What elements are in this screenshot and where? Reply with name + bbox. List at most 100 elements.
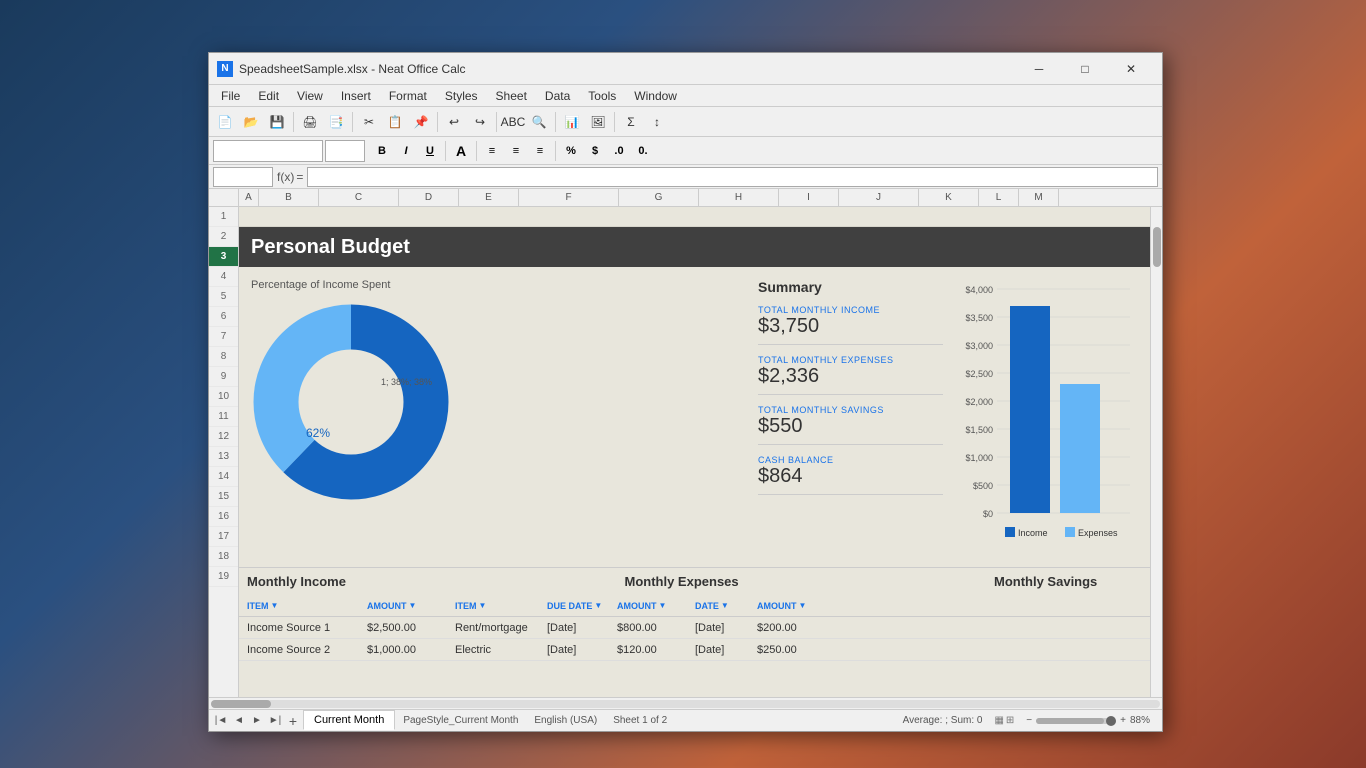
menu-file[interactable]: File <box>213 87 248 105</box>
sheet-nav-next[interactable]: ► <box>249 713 265 729</box>
menu-view[interactable]: View <box>289 87 331 105</box>
col-header-m: M <box>1019 189 1059 206</box>
zoom-out-button[interactable]: − <box>1026 715 1032 726</box>
search-button[interactable]: 🔍 <box>527 110 551 134</box>
expense-amount-dropdown[interactable]: ▼ <box>659 601 667 610</box>
svg-text:$500: $500 <box>973 481 993 491</box>
horizontal-scrollbar-track <box>211 700 1160 708</box>
formula-fx-icon[interactable]: f(x) <box>277 170 294 184</box>
expense-date-dropdown[interactable]: ▼ <box>594 601 602 610</box>
sheet-nav-first[interactable]: |◄ <box>213 713 229 729</box>
percent-button[interactable]: % <box>560 140 582 162</box>
redo-button[interactable]: ↪ <box>468 110 492 134</box>
separator <box>496 112 497 132</box>
income-amount-dropdown[interactable]: ▼ <box>409 601 417 610</box>
vertical-scrollbar-thumb[interactable] <box>1153 227 1161 267</box>
expense-row1-amount: $800.00 <box>617 622 687 634</box>
bold-button[interactable]: B <box>371 140 393 162</box>
close-button[interactable]: ✕ <box>1108 53 1154 85</box>
align-center-button[interactable]: ≡ <box>505 140 527 162</box>
income-amount-header: AMOUNT ▼ <box>367 601 447 611</box>
paste-button[interactable]: 📌 <box>409 110 433 134</box>
zoom-slider-track[interactable] <box>1036 718 1116 724</box>
new-button[interactable]: 📄 <box>213 110 237 134</box>
menu-edit[interactable]: Edit <box>250 87 287 105</box>
row-num-7: 7 <box>209 327 238 347</box>
increase-decimal-button[interactable]: .0 <box>608 140 630 162</box>
page-style-status: PageStyle_Current Month <box>403 715 518 726</box>
row-num-13: 13 <box>209 447 238 467</box>
bottom-bar: |◄ ◄ ► ►| + Current Month PageStyle_Curr… <box>209 709 1162 731</box>
align-right-button[interactable]: ≡ <box>529 140 551 162</box>
sheet-tab-current-month[interactable]: Current Month <box>303 710 395 730</box>
monthly-income-title: Monthly Income <box>247 574 613 589</box>
menu-tools[interactable]: Tools <box>580 87 624 105</box>
view-normal-icon[interactable]: ▦ <box>994 715 1003 726</box>
formula-button[interactable]: Σ <box>619 110 643 134</box>
row-num-14: 14 <box>209 467 238 487</box>
monthly-expenses-title: Monthly Expenses <box>617 574 991 589</box>
horizontal-scrollbar[interactable] <box>209 697 1162 709</box>
menu-insert[interactable]: Insert <box>333 87 379 105</box>
save-button[interactable]: 💾 <box>265 110 289 134</box>
pdf-button[interactable]: 📑 <box>324 110 348 134</box>
row-18-data: Income Source 1 $2,500.00 Rent/mortgage … <box>239 617 1162 639</box>
decrease-decimal-button[interactable]: 0. <box>632 140 654 162</box>
formula-equals-icon[interactable]: = <box>296 170 303 184</box>
row-num-18: 18 <box>209 547 238 567</box>
minimize-button[interactable]: ─ <box>1016 53 1062 85</box>
savings-amount-dropdown[interactable]: ▼ <box>799 601 807 610</box>
view-page-icon[interactable]: ⊞ <box>1006 715 1014 726</box>
image-button[interactable]: 🖼 <box>586 110 610 134</box>
chart-button[interactable]: 📊 <box>560 110 584 134</box>
copy-button[interactable]: 📋 <box>383 110 407 134</box>
menu-styles[interactable]: Styles <box>437 87 486 105</box>
formula-input[interactable] <box>307 167 1158 187</box>
row-num-12: 12 <box>209 427 238 447</box>
donut-section: Percentage of Income Spent <box>251 279 746 559</box>
sheet-nav-prev[interactable]: ◄ <box>231 713 247 729</box>
align-left-button[interactable]: ≡ <box>481 140 503 162</box>
currency-button[interactable]: $ <box>584 140 606 162</box>
menu-format[interactable]: Format <box>381 87 435 105</box>
expense-item-dropdown[interactable]: ▼ <box>479 601 487 610</box>
savings-row1-amount: $200.00 <box>757 622 827 634</box>
menu-sheet[interactable]: Sheet <box>488 87 535 105</box>
italic-button[interactable]: I <box>395 140 417 162</box>
zoom-in-button[interactable]: + <box>1120 715 1126 726</box>
spellcheck-button[interactable]: ABC <box>501 110 525 134</box>
underline-button[interactable]: U <box>419 140 441 162</box>
svg-text:$3,000: $3,000 <box>965 341 993 351</box>
maximize-button[interactable]: □ <box>1062 53 1108 85</box>
svg-text:Expenses: Expenses <box>1078 528 1118 538</box>
col-header-e: E <box>459 189 519 206</box>
font-size-input[interactable]: 10 <box>325 140 365 162</box>
add-sheet-button[interactable]: + <box>285 713 301 729</box>
window-controls: ─ □ ✕ <box>1016 53 1154 85</box>
sort-button[interactable]: ↕ <box>645 110 669 134</box>
cut-button[interactable]: ✂ <box>357 110 381 134</box>
summary-total-income: TOTAL MONTHLY INCOME $3,750 <box>758 305 943 345</box>
row-num-1: 1 <box>209 207 238 227</box>
zoom-slider-thumb[interactable] <box>1106 716 1116 726</box>
undo-button[interactable]: ↩ <box>442 110 466 134</box>
cell-reference-input[interactable]: R3 <box>213 167 273 187</box>
cash-balance-value: $864 <box>758 465 943 488</box>
cell-content-area[interactable]: Personal Budget Percentage of Income Spe… <box>239 207 1162 697</box>
income-row2-item: Income Source 2 <box>247 644 367 656</box>
menu-data[interactable]: Data <box>537 87 578 105</box>
sheet-count-status: Sheet 1 of 2 <box>613 715 667 726</box>
summary-total-savings: TOTAL MONTHLY SAVINGS $550 <box>758 405 943 445</box>
horizontal-scrollbar-thumb[interactable] <box>211 700 271 708</box>
print-button[interactable]: 🖨 <box>298 110 322 134</box>
sheet-nav-last[interactable]: ►| <box>267 713 283 729</box>
font-color-button[interactable]: A <box>450 140 472 162</box>
menu-window[interactable]: Window <box>626 87 685 105</box>
vertical-scrollbar[interactable] <box>1150 207 1162 697</box>
savings-date-dropdown[interactable]: ▼ <box>721 601 729 610</box>
income-item-dropdown[interactable]: ▼ <box>271 601 279 610</box>
open-button[interactable]: 📂 <box>239 110 263 134</box>
savings-amount-header: AMOUNT ▼ <box>757 601 827 611</box>
font-name-input[interactable]: Century Gothic <box>213 140 323 162</box>
expense-row2-amount: $120.00 <box>617 644 687 656</box>
